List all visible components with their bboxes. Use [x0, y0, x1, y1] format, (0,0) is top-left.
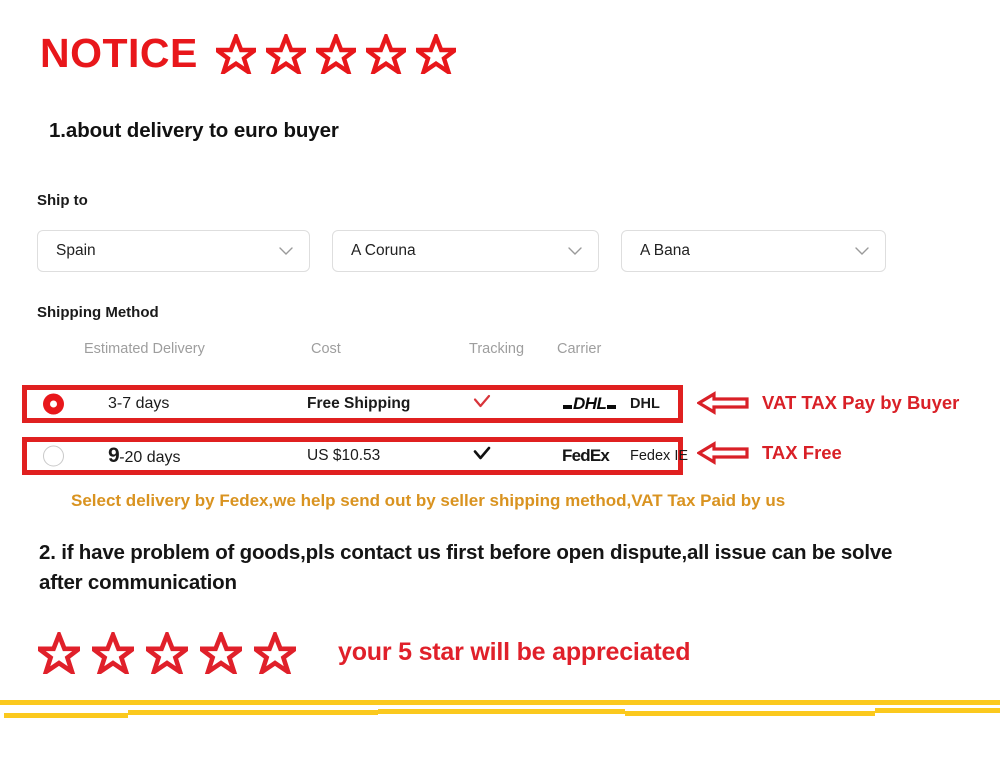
province-select[interactable]: A Coruna — [332, 230, 599, 272]
delivery-estimate: 3-7 days — [108, 395, 170, 412]
tracking-available-icon — [472, 446, 492, 467]
ship-to-label: Ship to — [37, 192, 88, 209]
annotation-tax-free: TAX Free — [697, 441, 842, 465]
annotation-text: VAT TAX Pay by Buyer — [762, 392, 960, 413]
divider-bar-segment — [625, 711, 875, 716]
star-icon — [215, 34, 256, 74]
star-icon — [254, 632, 296, 674]
chevron-down-icon — [279, 246, 293, 255]
shipping-method-label: Shipping Method — [37, 304, 159, 321]
divider-bar-top — [0, 700, 1000, 705]
delivery-estimate: 9-20 days — [108, 444, 181, 468]
chevron-down-icon — [855, 246, 869, 255]
star-icon — [365, 34, 406, 74]
divider-bar-segment — [378, 709, 625, 714]
carrier-name: Fedex IE — [630, 448, 689, 464]
column-header-cost: Cost — [311, 341, 341, 357]
footer-star-rating — [38, 632, 296, 674]
city-select-value: A Bana — [640, 242, 690, 259]
star-icon — [146, 632, 188, 674]
fedex-logo-icon: FedEx — [562, 446, 610, 466]
section-1-heading: 1.about delivery to euro buyer — [49, 119, 339, 142]
dhl-logo-icon: DHL — [562, 394, 617, 414]
star-icon — [265, 34, 306, 74]
city-select[interactable]: A Bana — [621, 230, 886, 272]
country-select[interactable]: Spain — [37, 230, 310, 272]
province-select-value: A Coruna — [351, 242, 416, 259]
shipping-option-row[interactable]: 9-20 days US $10.53 FedEx Fedex IE — [22, 437, 688, 475]
left-arrow-icon — [697, 441, 749, 465]
header-star-rating — [215, 34, 456, 74]
country-select-value: Spain — [56, 242, 96, 259]
annotation-vat-tax-buyer: VAT TAX Pay by Buyer — [697, 391, 959, 415]
divider-bar-segment — [128, 710, 378, 715]
page-title: NOTICE — [40, 29, 198, 76]
shipping-option-radio-fedex[interactable] — [43, 445, 64, 467]
ship-to-selects: Spain A Coruna A Bana — [37, 230, 886, 272]
left-arrow-icon — [697, 391, 749, 415]
annotation-text: TAX Free — [762, 442, 842, 463]
section-2-text: 2. if have problem of goods,pls contact … — [39, 541, 893, 594]
fedex-vat-note: Select delivery by Fedex,we help send ou… — [71, 491, 786, 510]
divider-bar-segment — [4, 713, 128, 718]
column-header-estimated-delivery: Estimated Delivery — [84, 341, 205, 357]
star-icon — [200, 632, 242, 674]
column-header-tracking: Tracking — [469, 341, 525, 357]
footer-rating-line: your 5 star will be appreciated — [38, 630, 690, 674]
star-icon — [315, 34, 356, 74]
delivery-estimate-lead: 9 — [108, 444, 120, 467]
shipping-option-row[interactable]: 3-7 days Free Shipping DHL DHL — [22, 385, 683, 423]
footer-message: your 5 star will be appreciated — [338, 637, 691, 666]
notice-header: NOTICE — [40, 32, 456, 74]
shipping-option-radio-dhl[interactable] — [43, 393, 64, 415]
shipping-cost: US $10.53 — [307, 447, 381, 464]
tracking-available-icon — [472, 394, 492, 415]
shipping-cost: Free Shipping — [307, 395, 411, 412]
carrier-name: DHL — [630, 396, 660, 412]
chevron-down-icon — [568, 246, 582, 255]
column-header-carrier: Carrier — [557, 341, 602, 357]
divider-bar-segment — [875, 708, 1000, 713]
star-icon — [38, 632, 80, 674]
fedex-logo-text: FedEx — [562, 446, 610, 465]
shipping-table-header: Estimated Delivery Cost Tracking Carrier — [0, 341, 1000, 361]
delivery-estimate-rest: -20 days — [119, 449, 181, 466]
star-icon — [415, 34, 456, 74]
star-icon — [92, 632, 134, 674]
